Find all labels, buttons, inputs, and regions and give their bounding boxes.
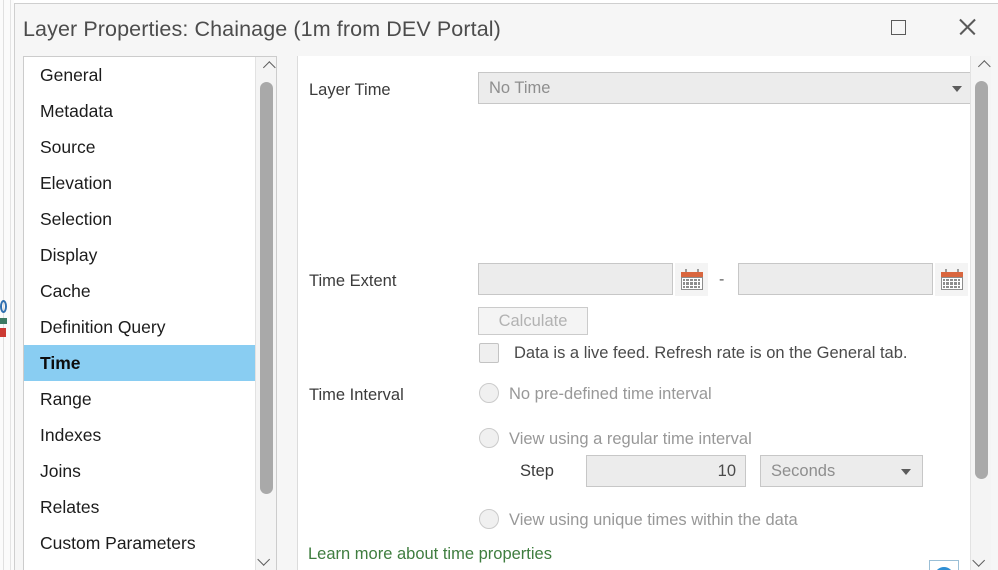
- sidebar-scroll-up-button[interactable]: [256, 57, 276, 78]
- sidebar-item-indexes[interactable]: Indexes: [24, 417, 276, 453]
- sidebar-item-time[interactable]: Time: [24, 345, 256, 381]
- learn-more-link[interactable]: Learn more about time properties: [308, 545, 552, 564]
- background-icon-artifact-c: [0, 328, 6, 337]
- layer-properties-dialog: Layer Properties: Chainage (1m from DEV …: [14, 3, 998, 570]
- time-extent-label: Time Extent: [309, 272, 397, 290]
- background-icon-artifact-a: [0, 300, 7, 313]
- layer-time-value: No Time: [489, 78, 551, 97]
- sidebar-item-range[interactable]: Range: [24, 381, 276, 417]
- sidebar-item-selection[interactable]: Selection: [24, 201, 276, 237]
- sidebar-item-metadata[interactable]: Metadata: [24, 93, 276, 129]
- radio-no-predefined-interval[interactable]: [479, 383, 499, 403]
- sidebar-item-definition-query[interactable]: Definition Query: [24, 309, 276, 345]
- live-feed-label: Data is a live feed. Refresh rate is on …: [514, 344, 908, 362]
- maximize-button[interactable]: [867, 4, 929, 50]
- radio-unique-times-label: View using unique times within the data: [509, 511, 798, 529]
- content-scrollbar-thumb[interactable]: [975, 81, 988, 479]
- time-extent-separator: -: [719, 271, 725, 288]
- sidebar-item-label: Metadata: [40, 101, 113, 121]
- close-icon: [957, 17, 977, 37]
- sidebar-item-page-query[interactable]: Page Query: [24, 561, 276, 570]
- sidebar-scrollbar-thumb[interactable]: [260, 82, 273, 494]
- content-scrollbar[interactable]: [970, 56, 991, 570]
- chevron-down-icon: [972, 554, 986, 567]
- content-scroll-up-button[interactable]: [971, 56, 991, 77]
- sidebar-item-label: Cache: [40, 281, 91, 301]
- sidebar-item-label: Range: [40, 389, 92, 409]
- layer-time-combobox[interactable]: No Time: [478, 72, 974, 104]
- calculate-button-label: Calculate: [498, 311, 568, 330]
- chevron-up-icon: [262, 61, 276, 74]
- window-title: Layer Properties: Chainage (1m from DEV …: [23, 17, 501, 41]
- sidebar-item-label: General: [40, 65, 103, 85]
- calculate-button[interactable]: Calculate: [478, 307, 588, 335]
- sidebar-item-label: Indexes: [40, 425, 102, 445]
- sidebar-item-custom-parameters[interactable]: Custom Parameters: [24, 525, 276, 561]
- chevron-down-icon: [901, 469, 911, 475]
- maximize-icon: [890, 19, 906, 35]
- sidebar-item-label: Elevation: [40, 173, 112, 193]
- refresh-icon-button[interactable]: [929, 560, 959, 570]
- sidebar-scroll-down-button[interactable]: [256, 549, 276, 570]
- step-value: 10: [717, 461, 736, 480]
- layer-time-label: Layer Time: [309, 81, 391, 99]
- step-value-input[interactable]: 10: [586, 455, 746, 487]
- sidebar-item-label: Joins: [40, 461, 81, 481]
- radio-unique-times[interactable]: [479, 509, 499, 529]
- time-interval-label: Time Interval: [309, 386, 404, 404]
- sidebar-item-cache[interactable]: Cache: [24, 273, 276, 309]
- screen: Layer Properties: Chainage (1m from DEV …: [0, 0, 998, 570]
- sidebar-item-label: Custom Parameters: [40, 533, 196, 553]
- step-label: Step: [520, 462, 554, 480]
- properties-category-list[interactable]: General Metadata Source Elevation Select…: [23, 56, 277, 570]
- sidebar-item-joins[interactable]: Joins: [24, 453, 276, 489]
- sidebar-item-label: Selection: [40, 209, 112, 229]
- background-app-strip: [0, 0, 14, 570]
- chevron-up-icon: [977, 60, 991, 73]
- calendar-icon: [680, 269, 703, 290]
- sidebar-item-source[interactable]: Source: [24, 129, 276, 165]
- calendar-icon: [940, 269, 963, 290]
- sidebar-item-display[interactable]: Display: [24, 237, 276, 273]
- sidebar-item-general[interactable]: General: [24, 57, 276, 93]
- time-extent-end-calendar-button[interactable]: [935, 263, 968, 296]
- sidebar-item-label: Definition Query: [40, 317, 166, 337]
- sidebar-item-label: Time: [40, 353, 81, 373]
- radio-regular-interval-label: View using a regular time interval: [509, 430, 752, 448]
- chevron-down-icon: [952, 86, 962, 92]
- title-bar: Layer Properties: Chainage (1m from DEV …: [15, 4, 998, 57]
- content-scroll-down-button[interactable]: [971, 550, 991, 570]
- step-unit-combobox[interactable]: Seconds: [760, 455, 923, 487]
- radio-regular-interval[interactable]: [479, 428, 499, 448]
- background-icon-artifact-b: [0, 318, 7, 324]
- chevron-down-icon: [257, 553, 271, 566]
- sidebar-item-relates[interactable]: Relates: [24, 489, 276, 525]
- sidebar-item-label: Display: [40, 245, 98, 265]
- sidebar-item-elevation[interactable]: Elevation: [24, 165, 276, 201]
- step-unit-value: Seconds: [771, 461, 836, 480]
- sidebar-item-label: Relates: [40, 497, 100, 517]
- radio-no-predefined-interval-label: No pre-defined time interval: [509, 385, 712, 403]
- live-feed-checkbox[interactable]: [479, 343, 499, 363]
- time-extent-start-calendar-button[interactable]: [675, 263, 708, 296]
- sidebar-item-label: Source: [40, 137, 96, 157]
- time-extent-start-input[interactable]: [478, 263, 673, 295]
- time-extent-end-input[interactable]: [738, 263, 933, 295]
- sidebar-scrollbar[interactable]: [255, 57, 276, 570]
- close-button[interactable]: [936, 4, 998, 50]
- time-properties-panel: Layer Time No Time Time Extent - Calcula…: [297, 56, 991, 570]
